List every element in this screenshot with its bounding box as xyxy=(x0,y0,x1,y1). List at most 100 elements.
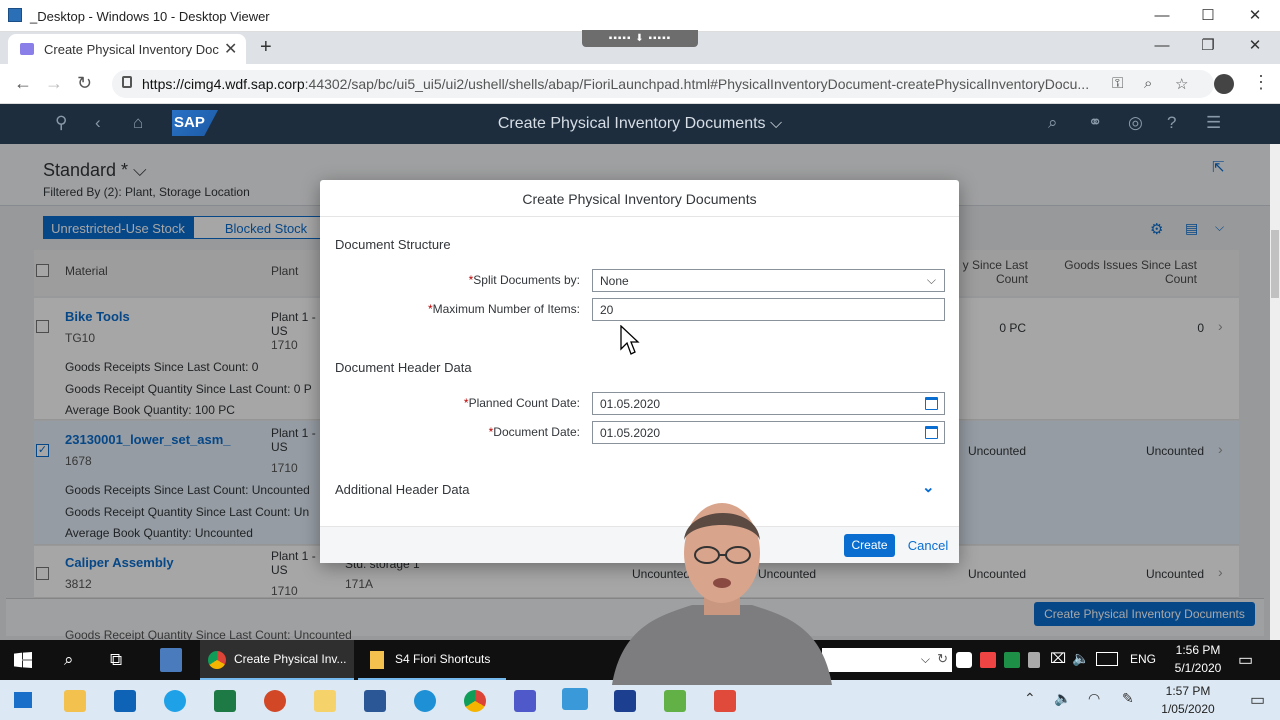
sticky-folder-icon[interactable] xyxy=(314,690,336,712)
forward-icon[interactable]: → xyxy=(45,73,63,94)
planned-count-date-label-text: Planned Count Date: xyxy=(468,396,580,410)
chevron-down-icon[interactable]: ⌵ xyxy=(921,652,930,667)
lock-icon xyxy=(122,76,132,88)
profile-icon[interactable] xyxy=(1214,74,1234,94)
file-explorer-icon[interactable] xyxy=(160,648,182,672)
camtasia-icon[interactable] xyxy=(664,690,686,712)
document-date-label-text: Document Date: xyxy=(493,425,580,439)
cancel-button[interactable]: Cancel xyxy=(906,534,950,557)
inner-clock-time[interactable]: 1:56 PM xyxy=(1168,643,1228,657)
excel-tray-icon[interactable] xyxy=(1004,652,1020,668)
calendar-icon[interactable] xyxy=(925,397,938,410)
document-date-input[interactable]: 01.05.2020 xyxy=(592,421,945,444)
outer-window-title: _Desktop - Windows 10 - Desktop Viewer xyxy=(30,9,270,24)
page-scrollbar[interactable] xyxy=(1270,144,1280,640)
volume-icon[interactable]: 🔈 xyxy=(1072,650,1089,667)
refresh-icon[interactable]: ↻ xyxy=(937,651,948,667)
wifi-icon[interactable]: ◠ xyxy=(1088,690,1100,707)
document-date-label: *Document Date: xyxy=(330,425,580,439)
help-icon[interactable]: ? xyxy=(1167,113,1176,133)
create-button[interactable]: Create xyxy=(844,534,895,557)
mouse-cursor-icon xyxy=(620,325,640,355)
back-icon[interactable]: ← xyxy=(14,73,32,94)
scrollbar-thumb[interactable] xyxy=(1271,230,1279,298)
language-indicator[interactable]: ENG xyxy=(1130,652,1156,666)
browser-restore-icon[interactable]: ❐ xyxy=(1198,36,1218,56)
binoculars-icon[interactable]: ⚭ xyxy=(1088,113,1102,133)
browser-minimize-icon[interactable]: — xyxy=(1152,36,1172,56)
desktop-viewer-icon xyxy=(8,8,22,22)
url-text: https://cimg4.wdf.sap.corp:44302/sap/bc/… xyxy=(142,76,1092,92)
chrome-icon[interactable] xyxy=(464,690,486,712)
taskbar-app-folder[interactable]: S4 Fiori Shortcuts xyxy=(358,640,506,680)
fiori-favicon-icon xyxy=(20,43,34,55)
planned-count-date-label: *Planned Count Date: xyxy=(330,396,580,410)
taskbar-app-label: Create Physical Inv... xyxy=(234,652,347,666)
word-icon[interactable] xyxy=(364,690,386,712)
planned-count-date-input[interactable]: 01.05.2020 xyxy=(592,392,945,415)
co-pilot-icon[interactable]: ◎ xyxy=(1128,113,1143,133)
pen-icon[interactable]: ✎ xyxy=(1122,690,1134,707)
windows-start-icon[interactable] xyxy=(14,692,32,708)
max-items-input[interactable]: 20 xyxy=(592,298,945,321)
search-icon[interactable]: ⌕ xyxy=(64,650,74,670)
document-date-value: 01.05.2020 xyxy=(600,426,661,440)
inner-clock-date[interactable]: 5/1/2020 xyxy=(1168,661,1228,675)
taskbar-app-chrome[interactable]: Create Physical Inv... xyxy=(200,640,354,680)
url-field[interactable]: https://cimg4.wdf.sap.corp:44302/sap/bc/… xyxy=(112,70,1214,98)
presenter-webcam-image xyxy=(612,503,832,685)
minimize-icon[interactable]: — xyxy=(1152,6,1172,26)
outer-clock-date[interactable]: 1/05/2020 xyxy=(1158,702,1218,716)
excel-icon[interactable] xyxy=(214,690,236,712)
remote-connection-bar[interactable]: ▪▪▪▪▪ ⬇ ▪▪▪▪▪ xyxy=(582,30,698,47)
split-documents-select[interactable]: None ⌵ xyxy=(592,269,945,292)
notifications-icon[interactable]: ▭ xyxy=(1250,690,1265,710)
tab-title: Create Physical Inventory Document xyxy=(44,42,219,57)
system-tray-icons[interactable]: ⌧ 🔈 xyxy=(956,650,1121,670)
network-icon[interactable]: ⌧ xyxy=(1050,650,1066,667)
chrome-icon xyxy=(208,651,226,669)
skype-icon[interactable] xyxy=(164,690,186,712)
outlook-icon[interactable] xyxy=(114,690,136,712)
teams-icon[interactable] xyxy=(514,690,536,712)
maximize-icon[interactable]: ☐ xyxy=(1198,6,1218,26)
star-icon[interactable]: ☆ xyxy=(1175,75,1188,93)
file-explorer-icon[interactable] xyxy=(64,690,86,712)
battery-icon[interactable] xyxy=(1028,652,1040,668)
desktop-viewer-taskbar-icon[interactable] xyxy=(562,688,588,710)
expand-icon[interactable]: ⌄ xyxy=(922,478,935,496)
action-center-icon[interactable]: ▭ xyxy=(1238,650,1253,670)
new-tab-icon[interactable]: + xyxy=(260,36,272,59)
max-items-label-text: Maximum Number of Items: xyxy=(432,302,580,316)
browser-tab-active[interactable]: Create Physical Inventory Document ✕ xyxy=(8,34,246,64)
browser-menu-icon[interactable]: ⋮ xyxy=(1252,72,1270,93)
url-host: https://cimg4.wdf.sap.corp xyxy=(142,76,305,92)
outer-clock-time[interactable]: 1:57 PM xyxy=(1158,684,1218,698)
tab-close-icon[interactable]: ✕ xyxy=(224,39,237,59)
search-icon[interactable]: ⌕ xyxy=(1048,113,1058,133)
windows-start-icon[interactable] xyxy=(14,652,32,668)
split-documents-label-text: Split Documents by: xyxy=(473,273,580,287)
close-icon[interactable]: ✕ xyxy=(1245,6,1265,26)
recorder-icon[interactable] xyxy=(714,690,736,712)
key-icon[interactable]: ⚿ xyxy=(1112,75,1123,92)
browser-close-icon[interactable]: ✕ xyxy=(1245,36,1265,56)
alert-icon[interactable] xyxy=(980,652,996,668)
task-view-icon[interactable]: ⧉ xyxy=(110,650,122,670)
reload-icon[interactable]: ↻ xyxy=(77,73,92,94)
section-additional-header[interactable]: Additional Header Data xyxy=(335,482,469,497)
volume-icon[interactable]: 🔈 xyxy=(1054,690,1071,707)
powerpoint-icon[interactable] xyxy=(264,690,286,712)
app-icon[interactable] xyxy=(614,690,636,712)
notifications-icon[interactable]: ☰ xyxy=(1206,113,1221,133)
keyboard-icon[interactable] xyxy=(1096,652,1118,666)
chevron-down-icon[interactable]: ⌵ xyxy=(927,273,936,288)
url-path: :44302/sap/bc/ui5_ui5/ui2/ushell/shells/… xyxy=(304,76,1090,92)
taskbar-app-label: S4 Fiori Shortcuts xyxy=(395,652,491,666)
shield-icon[interactable] xyxy=(956,652,972,668)
tray-expand-icon[interactable]: ⌃ xyxy=(1024,690,1036,707)
calendar-icon[interactable] xyxy=(925,426,938,439)
internet-explorer-icon[interactable] xyxy=(414,690,436,712)
zoom-icon[interactable]: ⌕ xyxy=(1144,75,1152,92)
taskbar-search-box[interactable]: ⌵ ↻ xyxy=(822,648,952,672)
